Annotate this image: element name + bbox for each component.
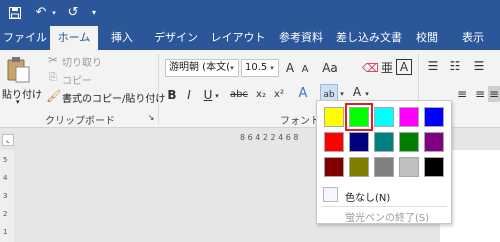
cut-button[interactable]: 切り取り	[62, 54, 102, 69]
tab-references[interactable]: 参考資料	[270, 26, 332, 50]
font-size-combo[interactable]: 10.5 ▾	[241, 59, 279, 77]
no-color-icon	[323, 187, 338, 202]
color-swatch[interactable]	[424, 107, 444, 127]
ruler-tick: 4	[3, 174, 8, 182]
clipboard-launcher-icon[interactable]: ↘	[146, 110, 156, 126]
ribbon-tabs: ファイル ホーム 挿入 デザイン レイアウト 参考資料 差し込み文書 校閲 表示	[0, 26, 500, 51]
tab-selector[interactable]: ⌞	[2, 134, 14, 146]
color-swatch[interactable]	[424, 157, 444, 177]
divider	[321, 206, 447, 207]
paste-dropdown-icon: ▾	[16, 98, 20, 106]
underline-button[interactable]: U	[202, 87, 214, 103]
tab-home[interactable]: ホーム	[50, 26, 98, 51]
color-swatch[interactable]	[324, 157, 344, 177]
tab-design[interactable]: デザイン	[150, 26, 202, 50]
color-swatch[interactable]	[399, 107, 419, 127]
color-swatch[interactable]	[374, 157, 394, 177]
group-divider	[158, 54, 159, 124]
color-swatch[interactable]	[349, 132, 369, 152]
font-size-value: 10.5	[245, 62, 268, 73]
cut-icon: ✂	[47, 53, 59, 67]
stop-highlighting-option[interactable]: 蛍光ペンの終了(S)	[345, 209, 429, 224]
save-icon[interactable]	[6, 4, 24, 22]
paste-icon	[7, 57, 30, 83]
color-swatch[interactable]	[374, 132, 394, 152]
color-swatch[interactable]	[324, 107, 344, 127]
numbering-icon[interactable]: ☷	[446, 58, 464, 74]
copy-icon: ⎘	[49, 72, 57, 83]
grow-font-button[interactable]: A	[284, 60, 296, 76]
tab-mailings[interactable]: 差し込み文書	[332, 26, 406, 50]
chevron-down-icon: ▾	[270, 64, 274, 72]
align-right-icon[interactable]: ≡	[472, 86, 488, 102]
ruler-tick: 2	[3, 210, 8, 218]
clipboard-group-label: クリップボード	[45, 116, 115, 127]
bold-button[interactable]: B	[166, 87, 178, 103]
ruler-tick: 5	[3, 156, 8, 164]
format-painter-button[interactable]: 書式のコピー/貼り付け	[62, 90, 165, 105]
title-bar: ↶ ▾ ↺ ▾	[0, 0, 500, 26]
undo-dropdown-icon[interactable]: ▾	[50, 4, 58, 22]
text-effects-button[interactable]: A	[296, 86, 310, 102]
color-swatch[interactable]	[399, 157, 419, 177]
tab-view[interactable]: 表示	[452, 26, 494, 50]
tab-insert[interactable]: 挿入	[103, 26, 141, 50]
color-swatch[interactable]	[345, 103, 373, 131]
paste-label: 貼り付け	[2, 90, 42, 101]
superscript-button[interactable]: x²	[272, 87, 286, 103]
format-painter-icon: 🖌	[46, 89, 62, 103]
color-swatch[interactable]	[399, 132, 419, 152]
strikethrough-button[interactable]: abc	[228, 87, 250, 103]
character-border-button[interactable]: A	[396, 59, 412, 75]
font-name-combo[interactable]: 游明朝 (本文( ▾	[165, 59, 239, 77]
font-color-label: A	[352, 85, 362, 99]
underline-dropdown-icon[interactable]: ▾	[214, 88, 220, 104]
italic-button[interactable]: I	[184, 87, 194, 103]
color-swatch[interactable]	[424, 132, 444, 152]
chevron-down-icon: ▾	[230, 64, 234, 72]
paste-button[interactable]: 貼り付け ▾	[2, 54, 42, 106]
clear-formatting-icon[interactable]: ⌫	[362, 60, 379, 76]
redo-icon[interactable]: ↺	[64, 4, 82, 22]
color-swatch[interactable]	[374, 107, 394, 127]
highlight-color-palette: 色なし(N) 蛍光ペンの終了(S)	[316, 100, 452, 224]
change-case-button[interactable]: Aa	[321, 60, 339, 76]
multilevel-list-icon[interactable]: ☰	[470, 58, 488, 74]
phonetic-guide-button[interactable]: 亜	[380, 60, 394, 76]
ruler-tick: 1	[3, 228, 8, 236]
undo-icon[interactable]: ↶	[32, 4, 50, 22]
customize-qat-icon[interactable]: ▾	[88, 4, 100, 22]
no-color-option[interactable]: 色なし(N)	[345, 189, 390, 204]
highlight-label: ab	[323, 90, 335, 100]
ruler-tick: 3	[3, 192, 8, 200]
color-swatch[interactable]	[324, 132, 344, 152]
tab-file[interactable]: ファイル	[0, 26, 50, 50]
copy-button[interactable]: コピー	[62, 72, 92, 87]
font-name-value: 游明朝 (本文(	[169, 62, 230, 73]
shrink-font-button[interactable]: A	[300, 62, 310, 78]
justify-icon[interactable]: ≡	[488, 86, 500, 102]
vertical-ruler: 1 2 3 4 5	[0, 150, 14, 242]
align-center-icon[interactable]: ≡	[454, 86, 470, 102]
tab-layout[interactable]: レイアウト	[207, 26, 269, 50]
bullets-icon[interactable]: ☰	[424, 58, 442, 74]
subscript-button[interactable]: x₂	[254, 87, 268, 103]
tab-review[interactable]: 校閲	[408, 26, 446, 50]
color-swatch[interactable]	[349, 157, 369, 177]
